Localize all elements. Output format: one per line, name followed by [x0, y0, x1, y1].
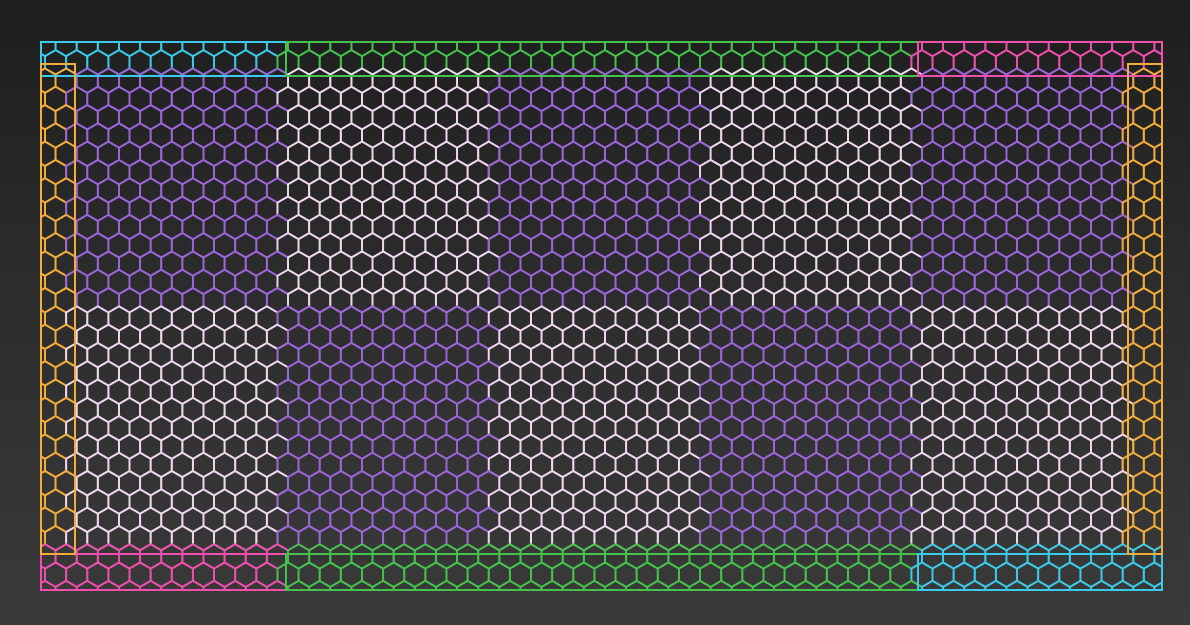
hex-cell: [75, 579, 99, 590]
hex-cell: [667, 579, 691, 590]
hex-cell: [751, 579, 775, 590]
hex-cell: [13, 471, 34, 495]
hex-cell: [561, 579, 585, 590]
edge-frame-left: [40, 63, 76, 555]
hex-cell: [1026, 579, 1050, 590]
hex-cell: [13, 361, 34, 385]
hex-cell: [13, 68, 34, 92]
hex-cell: [13, 288, 34, 312]
corner-frame-bottom-right: [917, 553, 1163, 591]
hex-cell: [1165, 380, 1186, 404]
hex-cell: [308, 579, 332, 590]
hex-cell: [1165, 453, 1186, 477]
hex-cell: [582, 579, 606, 590]
hex-cell: [54, 579, 78, 590]
hex-cell: [1047, 579, 1071, 590]
hex-cell: [1153, 581, 1162, 590]
hex-cell: [1111, 579, 1135, 590]
hex-cell: [392, 579, 416, 590]
hexagon-pattern: [13, 32, 1186, 605]
hex-cell: [730, 579, 754, 590]
hex-cell: [857, 579, 881, 590]
hex-cell: [13, 581, 34, 605]
hex-cell: [13, 398, 34, 422]
hex-cell: [1165, 233, 1186, 257]
hex-cell: [477, 579, 501, 590]
hex-cell: [413, 579, 437, 590]
hex-cell: [604, 579, 628, 590]
hex-cell: [434, 579, 458, 590]
hex-cell: [625, 579, 649, 590]
hex-cell: [1165, 50, 1186, 74]
hex-cell: [1165, 489, 1186, 513]
hex-cell: [920, 579, 945, 590]
hex-cell: [287, 579, 311, 590]
hex-cell: [709, 579, 733, 590]
hex-cell: [942, 579, 966, 590]
hex-cell: [202, 579, 226, 590]
hex-cell: [878, 579, 902, 590]
hex-cell: [1165, 270, 1186, 294]
hex-cell: [1165, 526, 1186, 550]
hex-cell: [456, 579, 480, 590]
hex-cell: [13, 325, 34, 349]
hex-cell: [540, 579, 564, 590]
hex-cell: [13, 544, 34, 568]
hex-cell: [13, 142, 34, 166]
hex-cell: [1005, 579, 1029, 590]
hex-cell: [498, 579, 522, 590]
hex-cell: [223, 579, 247, 590]
hex-cell: [1165, 563, 1186, 587]
hex-cell: [371, 579, 395, 590]
canvas-stage: [0, 0, 1190, 625]
hex-cell: [13, 32, 34, 56]
hex-cell: [1165, 197, 1186, 221]
hex-cell: [1165, 343, 1186, 367]
hex-cell: [265, 579, 289, 590]
hex-cell: [1165, 160, 1186, 184]
hex-cell: [815, 579, 839, 590]
hex-cell: [244, 579, 268, 590]
hex-cells: [13, 32, 1186, 605]
hex-cell: [794, 579, 818, 590]
hex-cell: [13, 251, 34, 275]
hex-cell: [160, 579, 184, 590]
hex-cell: [1165, 87, 1186, 111]
hex-cell: [96, 579, 120, 590]
hex-cell: [519, 579, 543, 590]
hex-cell: [139, 579, 163, 590]
hex-cell: [1165, 123, 1186, 147]
hex-cell: [984, 579, 1008, 590]
hex-cell: [350, 579, 374, 590]
hex-cell: [963, 579, 987, 590]
corner-frame-top-left: [40, 41, 287, 77]
hex-cell: [13, 434, 34, 458]
hex-cell: [118, 579, 142, 590]
hex-cell: [646, 579, 670, 590]
hex-cell: [1068, 579, 1092, 590]
hex-cell: [13, 508, 34, 532]
hex-cell: [688, 579, 712, 590]
hex-cell: [773, 579, 797, 590]
hex-cell: [13, 178, 34, 202]
hex-cell: [181, 579, 205, 590]
hex-cell: [13, 215, 34, 239]
hex-cell: [41, 579, 57, 590]
hex-cell: [13, 105, 34, 129]
hex-cell: [1132, 579, 1156, 590]
hex-cell: [1090, 579, 1114, 590]
hex-cell: [1165, 416, 1186, 440]
hex-cell: [836, 579, 860, 590]
hex-cell: [1165, 306, 1186, 330]
hex-cell: [329, 579, 353, 590]
